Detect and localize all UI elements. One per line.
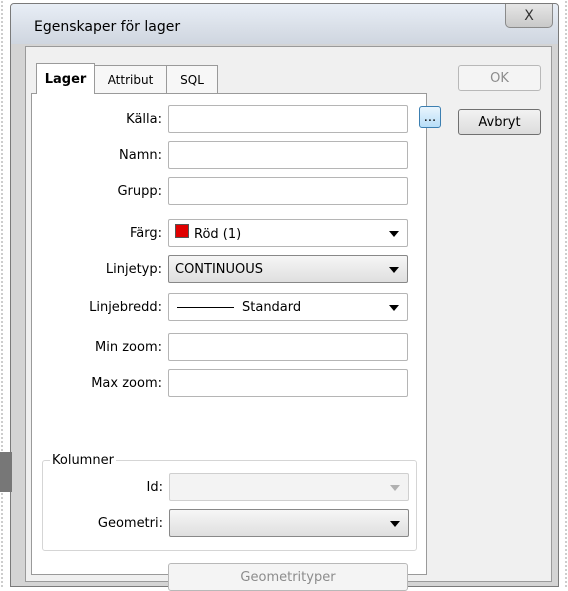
dropdown-arrow-icon [390,521,400,527]
linjebredd-label: Linjebredd: [89,300,162,315]
id-label: Id: [146,480,163,495]
color-swatch-icon [175,224,189,238]
window-title: Egenskaper för lager [34,19,181,35]
linjebredd-value: Standard [242,299,302,315]
farg-select[interactable]: Röd (1) [168,219,408,247]
grupp-label: Grupp: [117,184,162,199]
window-edge [0,452,12,492]
tab-panel-lager: Källa: ... Namn: Grupp: Färg: Röd (1) Li… [31,93,441,591]
properties-dialog: Egenskaper för lager X Lager Attribut SQ… [10,3,559,591]
avbryt-label: Avbryt [478,114,521,130]
namn-label: Namn: [119,148,162,163]
kalla-field[interactable] [168,105,408,133]
geometrityper-label: Geometrityper [240,569,336,585]
browse-button[interactable]: ... [419,106,441,128]
farg-value-wrap: Röd (1) [169,224,241,242]
dialog-client-area: Lager Attribut SQL Källa: ... Namn: Grup… [25,46,552,591]
dropdown-arrow-icon [389,305,399,311]
browse-button-label: ... [423,109,437,125]
max-zoom-field[interactable] [168,369,408,397]
page-border-left [0,0,4,589]
dropdown-arrow-icon [389,231,399,237]
linjetyp-select[interactable]: CONTINUOUS [168,255,408,283]
geometrityper-button[interactable]: Geometrityper [168,563,408,591]
tab-attribut-label: Attribut [107,72,154,87]
geometri-label: Geometri: [97,516,163,531]
tab-lager-label: Lager [44,71,87,87]
tab-sql-label: SQL [180,72,204,87]
linjebredd-select[interactable]: Standard [168,293,408,321]
linjetyp-label: Linjetyp: [105,262,162,277]
kolumner-group: Kolumner Id: Geometri: [42,453,417,551]
kalla-label: Källa: [126,112,162,127]
tab-lager[interactable]: Lager [36,63,95,94]
tab-sql[interactable]: SQL [166,65,218,93]
max-zoom-label: Max zoom: [91,376,162,391]
namn-field[interactable] [168,141,408,169]
dropdown-arrow-icon [389,267,399,273]
ok-label: OK [490,70,509,86]
close-icon: X [524,7,534,24]
title-bar: Egenskaper för lager X [11,4,558,44]
avbryt-button[interactable]: Avbryt [458,109,541,135]
farg-label: Färg: [130,226,162,241]
tab-attribut[interactable]: Attribut [94,65,167,93]
min-zoom-field[interactable] [168,333,408,361]
min-zoom-label: Min zoom: [95,340,162,355]
line-sample-icon [177,306,234,308]
farg-value: Röd (1) [194,227,242,242]
kolumner-title: Kolumner [50,453,116,468]
linjetyp-value: CONTINUOUS [175,261,264,277]
grupp-field[interactable] [168,177,408,205]
dropdown-arrow-icon [390,485,400,491]
page-border-right [564,0,568,589]
geometri-select[interactable] [169,509,409,537]
close-button[interactable]: X [505,4,553,28]
ok-button[interactable]: OK [458,65,541,91]
id-select[interactable] [169,473,409,501]
